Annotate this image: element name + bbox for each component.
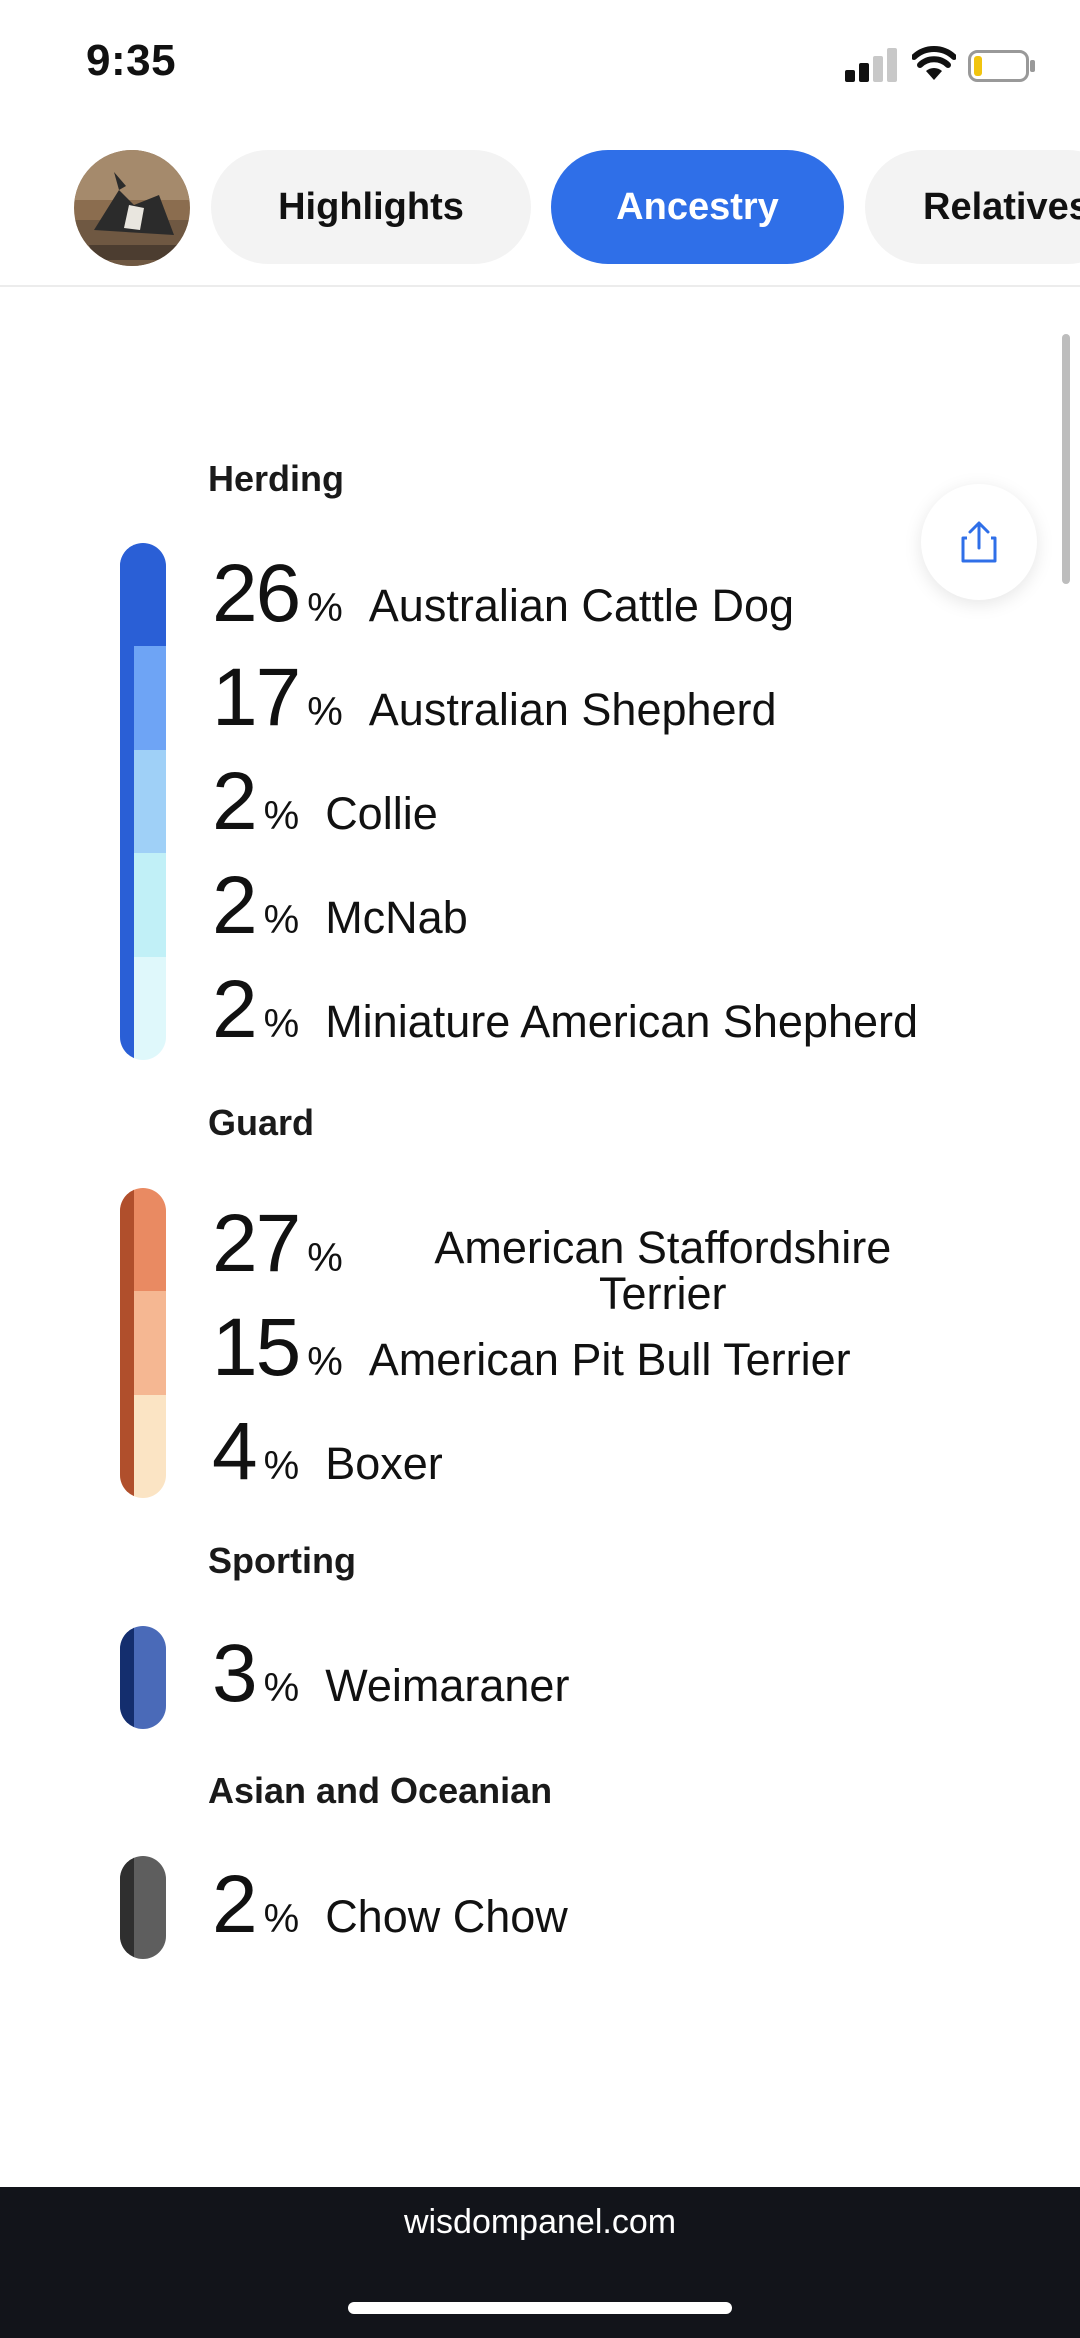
share-icon <box>961 521 997 563</box>
group-title-guard: Guard <box>208 1102 315 1143</box>
breed-name: Miniature American Shepherd <box>325 996 919 1047</box>
breed-name: Australian Shepherd <box>368 684 777 735</box>
share-button[interactable] <box>921 484 1037 600</box>
breed-row: 2 % Chow Chow <box>212 1864 568 1946</box>
wifi-icon <box>912 46 956 80</box>
sporting-color-bar <box>120 1626 166 1729</box>
bar-edge <box>120 543 134 1060</box>
percent-sign: % <box>307 1340 343 1384</box>
breed-name: Boxer <box>325 1438 443 1489</box>
breed-name: American Pit Bull Terrier <box>368 1334 851 1385</box>
percent-sign: % <box>263 1666 300 1710</box>
tab-ancestry[interactable]: Ancestry <box>551 150 844 264</box>
tabs-divider <box>0 285 1080 287</box>
breed-row: 2 % Miniature American Shepherd <box>212 969 918 1051</box>
percent-sign: % <box>263 1897 300 1941</box>
breed-percent: 3 <box>212 1628 258 1719</box>
breed-percent: 2 <box>212 756 258 847</box>
breed-row: 4 % Boxer <box>212 1411 443 1493</box>
breed-name: American Staffordshire Terrier <box>434 1222 892 1319</box>
breed-row: 2 % McNab <box>212 865 468 947</box>
group-title-herding: Herding <box>208 458 345 499</box>
breed-percent: 2 <box>212 860 258 951</box>
breed-percent: 17 <box>212 652 301 743</box>
status-time: 9:35 <box>86 36 177 85</box>
guard-color-bar <box>120 1188 166 1498</box>
status-bar: 9:35 <box>0 0 1080 130</box>
percent-sign: % <box>263 1444 300 1488</box>
breed-name: Chow Chow <box>325 1891 568 1942</box>
herding-color-bar <box>120 543 166 1060</box>
breed-percent: 15 <box>212 1302 301 1393</box>
breed-percent: 26 <box>212 548 301 639</box>
url-label[interactable]: wisdompanel.com <box>0 2203 1080 2242</box>
breed-name: Collie <box>325 788 438 839</box>
browser-footer: wisdompanel.com <box>0 2187 1080 2338</box>
percent-sign: % <box>307 1236 343 1280</box>
dog-avatar[interactable] <box>74 150 190 266</box>
percent-sign: % <box>307 690 343 734</box>
bar-edge <box>120 1626 134 1729</box>
percent-sign: % <box>263 1002 300 1046</box>
breed-percent: 27 <box>212 1198 301 1289</box>
cellular-signal-icon <box>845 48 897 82</box>
percent-sign: % <box>263 794 300 838</box>
bar-edge <box>120 1188 134 1498</box>
percent-sign: % <box>307 586 343 630</box>
battery-icon <box>968 50 1035 82</box>
home-indicator[interactable] <box>348 2302 732 2314</box>
breed-percent: 2 <box>212 1859 258 1950</box>
scrollbar[interactable] <box>1062 334 1070 584</box>
breed-name: Australian Cattle Dog <box>368 580 795 631</box>
breed-row: 26 % Australian Cattle Dog <box>212 553 794 635</box>
bar-edge <box>120 1856 134 1959</box>
asian-oceanian-color-bar <box>120 1856 166 1959</box>
breed-percent: 4 <box>212 1406 258 1497</box>
tab-highlights[interactable]: Highlights <box>211 150 531 264</box>
tab-relatives[interactable]: Relatives <box>865 150 1080 264</box>
percent-sign: % <box>263 898 300 942</box>
breed-name: McNab <box>325 892 468 943</box>
breed-row: 3 % Weimaraner <box>212 1633 569 1715</box>
breed-row: 15 % American Pit Bull Terrier <box>212 1307 851 1389</box>
group-title-asian-and-oceanian: Asian and Oceanian <box>208 1770 553 1811</box>
group-title-sporting: Sporting <box>208 1540 356 1581</box>
breed-row: 2 % Collie <box>212 761 438 843</box>
breed-row: 17 % Australian Shepherd <box>212 657 777 739</box>
section-tabs: Highlights Ancestry Relatives <box>0 146 1080 266</box>
breed-name: Weimaraner <box>325 1660 570 1711</box>
breed-percent: 2 <box>212 964 258 1055</box>
